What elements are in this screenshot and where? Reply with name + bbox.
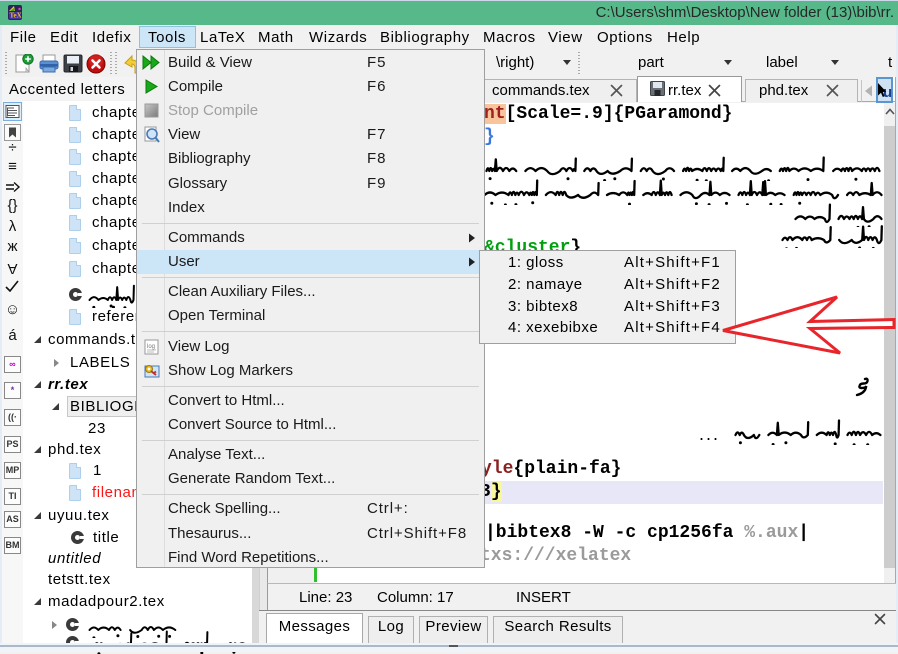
svg-text:TeX: TeX: [10, 12, 22, 20]
svg-text:log: log: [147, 344, 155, 350]
